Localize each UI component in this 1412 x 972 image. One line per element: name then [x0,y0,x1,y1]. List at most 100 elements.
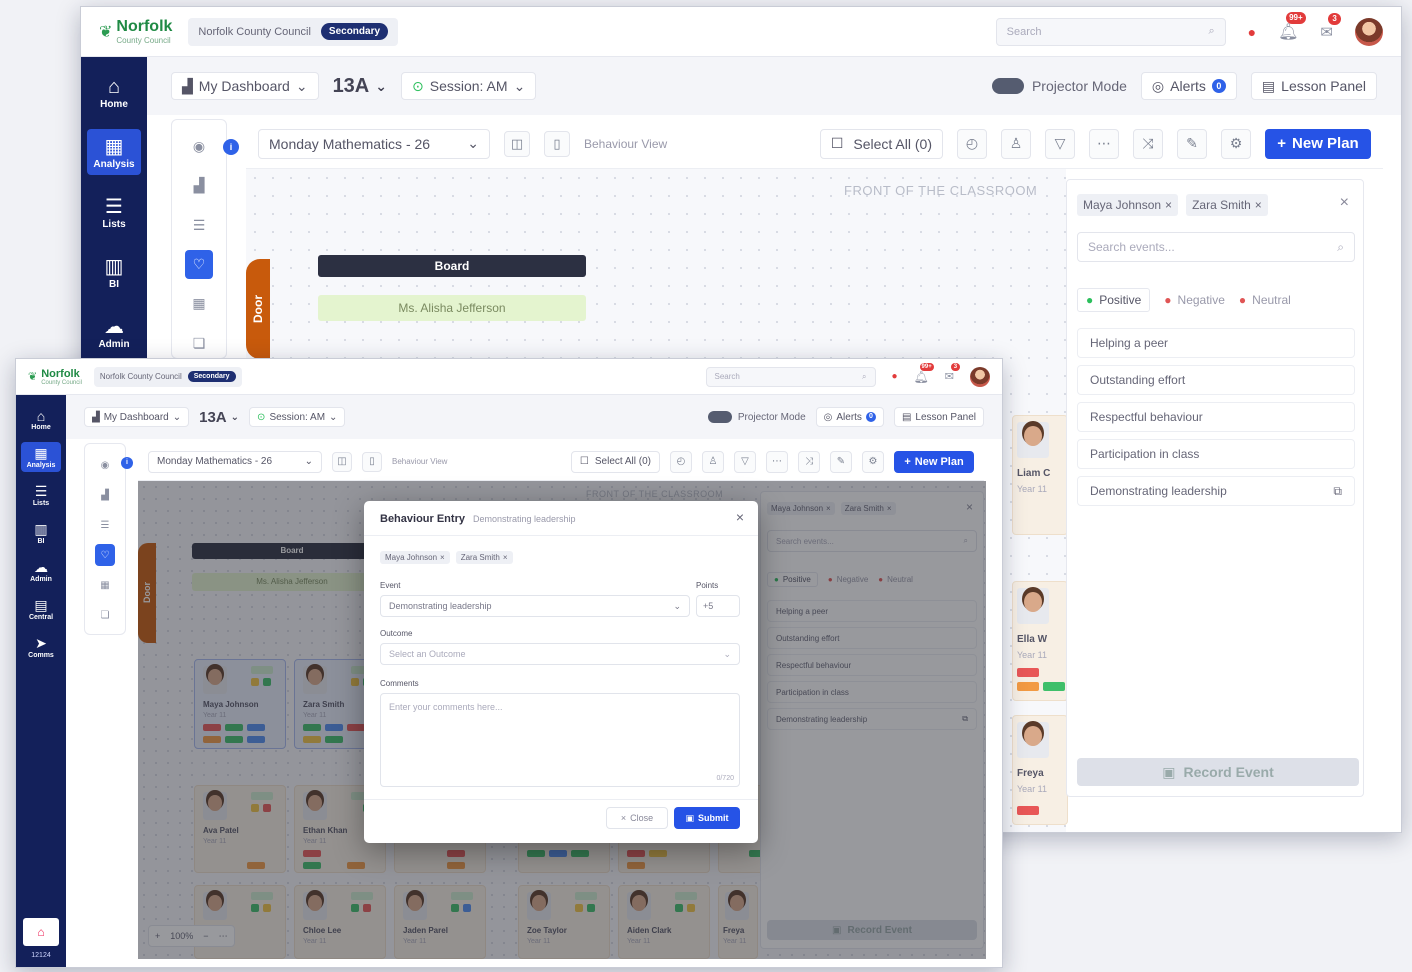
points-input[interactable]: +5 [696,595,740,617]
close-icon[interactable]: × [503,553,508,562]
mail-icon[interactable]: ✉ 3 [1320,12,1341,41]
view-icon[interactable]: ◉ [95,454,115,476]
tab-negative[interactable]: ● Negative [1164,293,1225,307]
search-input[interactable]: Search ⌕ [705,366,876,387]
edit-icon[interactable]: ✎ [830,450,852,473]
close-panel-icon[interactable]: × [1340,194,1349,212]
nav-bi[interactable]: ▥ BI [87,249,141,295]
settings-icon[interactable]: ⚙ [1221,128,1251,159]
teacher-desk[interactable]: Ms. Alisha Jefferson [318,295,586,321]
filter-icon[interactable]: ▽ [1045,128,1075,159]
new-plan-button[interactable]: + New Plan [1265,128,1371,159]
new-plan-button[interactable]: + New Plan [894,450,974,473]
class-dropdown[interactable]: 13A ⌄ [199,409,239,426]
close-icon[interactable]: × [736,509,744,525]
dashboard-dropdown[interactable]: ▟ My Dashboard ⌄ [171,72,319,100]
delete-icon[interactable]: ▯ [362,451,382,472]
nav-analysis[interactable]: ▦ Analysis [21,442,61,472]
calendar-icon[interactable]: ▦ [185,289,213,318]
delete-icon[interactable]: ▯ [544,130,570,157]
org-switcher[interactable]: Norfolk County Council Secondary [188,17,399,46]
tab-neutral[interactable]: ● Neutral [1239,293,1291,307]
user-avatar[interactable] [970,366,990,387]
nav-home[interactable]: ⌂ Home [87,71,141,115]
event-item[interactable]: Respectful behaviour [1077,402,1355,432]
more-icon[interactable]: ⋯ [766,450,788,473]
shuffle-icon[interactable]: ⤨ [798,450,820,473]
org-switcher[interactable]: Norfolk County Council Secondary [93,366,242,387]
chart-icon[interactable]: ▟ [95,484,115,506]
lesson-panel-button[interactable]: ▤ Lesson Panel [1250,72,1377,100]
person-icon[interactable]: ♙ [702,450,724,473]
outcome-select[interactable]: Select an Outcome ⌄ [380,643,740,665]
view-icon[interactable]: ◉ [185,132,213,161]
more-icon[interactable]: ⋯ [1089,128,1119,159]
settings-icon[interactable]: ⚙ [862,450,884,473]
close-icon[interactable]: × [1165,198,1172,212]
calendar-icon[interactable]: ▦ [95,574,115,596]
alerts-button[interactable]: ◎ Alerts 0 [1140,72,1237,100]
student-card[interactable]: Liam C Year 11 [1012,415,1068,535]
record-icon[interactable]: ● [892,371,898,382]
user-avatar[interactable] [1355,17,1383,46]
mail-icon[interactable]: ✉ 3 [945,363,961,383]
projector-switch[interactable] [991,78,1024,94]
nav-lists[interactable]: ☰ Lists [87,189,141,235]
event-item[interactable]: Participation in class [1077,439,1355,469]
projector-toggle[interactable]: Projector Mode [991,78,1127,94]
class-dropdown[interactable]: 13A ⌄ [333,75,387,98]
app-logo-tile[interactable]: ⌂ [23,918,59,946]
student-tag[interactable]: Zara Smith × [455,551,513,564]
lesson-select[interactable]: Monday Mathematics - 26 ⌄ [258,128,490,159]
student-tag[interactable]: Maya Johnson × [380,551,450,564]
list-icon[interactable]: ☰ [185,211,213,240]
chart-icon[interactable]: ▟ [185,171,213,200]
bookmark-icon[interactable]: ❏ [185,329,213,358]
nav-comms[interactable]: ➤ Comms [21,632,61,662]
behaviour-icon[interactable]: ♡ [185,249,213,280]
nav-admin[interactable]: ☁ Admin [21,556,61,586]
close-icon[interactable]: × [1255,198,1262,212]
event-search-input[interactable]: Search events... ⌕ [1077,232,1355,262]
student-tag[interactable]: Maya Johnson × [1077,194,1179,216]
search-input[interactable]: Search ⌕ [995,17,1226,46]
lesson-panel-button[interactable]: ▤ Lesson Panel [893,407,984,427]
projector-switch[interactable] [707,411,732,423]
event-item[interactable]: Outstanding effort [1077,365,1355,395]
filter-icon[interactable]: ▽ [734,450,756,473]
dashboard-dropdown[interactable]: ▟ My Dashboard ⌄ [84,407,190,427]
student-card[interactable]: Freya Year 11 [1012,715,1068,825]
student-tag[interactable]: Zara Smith × [1186,194,1268,216]
session-dropdown[interactable]: ⊙ Session: AM ⌄ [401,72,537,100]
event-item[interactable]: Demonstrating leadership ⧉ [1077,476,1355,506]
timer-icon[interactable]: ◴ [670,450,692,473]
nav-lists[interactable]: ☰ Lists [21,480,61,510]
session-dropdown[interactable]: ⊙ Session: AM ⌄ [249,407,346,427]
student-card[interactable]: Ella W Year 11 [1012,581,1068,701]
nav-bi[interactable]: ▥ BI [21,518,61,548]
behaviour-icon[interactable]: ♡ [95,544,115,566]
nav-home[interactable]: ⌂ Home [21,405,61,434]
person-icon[interactable]: ♙ [1001,128,1031,159]
alerts-button[interactable]: ◎ Alerts 0 [815,407,884,427]
notifications-icon[interactable]: 🔔︎ 99+ [914,362,934,384]
nav-analysis[interactable]: ▦ Analysis [87,129,141,175]
event-item[interactable]: Helping a peer [1077,328,1355,358]
tab-positive[interactable]: ● Positive [1077,288,1151,312]
close-icon[interactable]: × [440,553,445,562]
layout-icon[interactable]: ◫ [332,451,352,472]
board[interactable]: Board [318,255,586,277]
notifications-icon[interactable]: 🔔︎ 99+ [1278,11,1306,42]
shuffle-icon[interactable]: ⤨ [1133,128,1163,159]
layout-icon[interactable]: ◫ [504,130,530,157]
bookmark-icon[interactable]: ❏ [95,604,115,626]
edit-icon[interactable]: ✎ [1177,128,1207,159]
event-select[interactable]: Demonstrating leadership ⌄ [380,595,690,617]
close-button[interactable]: × Close [606,807,668,829]
nav-admin[interactable]: ☁ Admin [87,309,141,355]
timer-icon[interactable]: ◴ [957,128,987,159]
projector-toggle[interactable]: Projector Mode [707,411,806,423]
submit-button[interactable]: ▣ Submit [674,807,740,829]
select-all-checkbox[interactable]: ☐ Select All (0) [570,450,660,473]
nav-central[interactable]: ▤ Central [21,594,61,624]
